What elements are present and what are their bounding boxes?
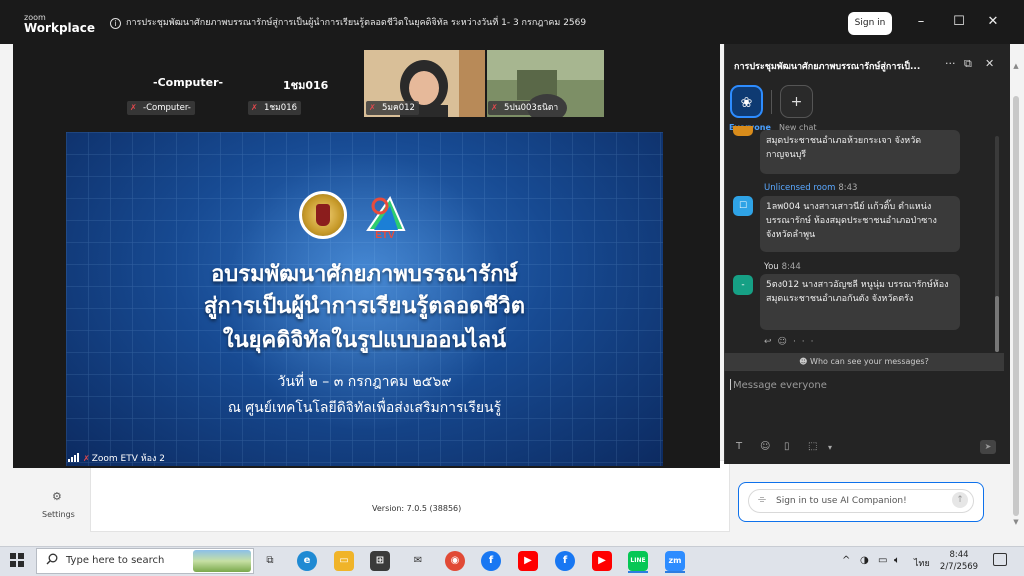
network-icon[interactable]: ▭ bbox=[878, 555, 887, 566]
emblem-logo bbox=[299, 191, 347, 239]
message-actions: ↩☺··· bbox=[764, 337, 820, 347]
chat-scrollbar[interactable] bbox=[995, 296, 999, 352]
mic-muted-icon: ✗ bbox=[369, 103, 376, 112]
page-scrollbar[interactable] bbox=[1013, 96, 1019, 516]
facebook-icon[interactable]: f bbox=[481, 551, 501, 571]
scroll-up-icon[interactable]: ▲ bbox=[1011, 62, 1021, 72]
chevron-up-icon[interactable]: ^ bbox=[842, 555, 850, 566]
settings-gear-icon[interactable]: ⚙ bbox=[52, 490, 62, 503]
facebook-icon[interactable]: f bbox=[555, 551, 575, 571]
search-placeholder: Type here to search bbox=[66, 555, 165, 566]
file-icon[interactable]: ▯ bbox=[784, 441, 790, 452]
zoom-icon[interactable]: zm bbox=[665, 551, 685, 571]
mic-muted-icon: ✗ bbox=[491, 103, 498, 112]
ai-send-icon[interactable]: ↑ bbox=[952, 492, 968, 508]
slide-title-line: สู่การเป็นผู้นำการเรียนรู้ตลอดชีวิต bbox=[203, 294, 526, 319]
mail-icon[interactable]: ✉ bbox=[408, 551, 428, 571]
tab-everyone[interactable]: ❀ bbox=[730, 85, 763, 118]
participant-name-large: -Computer- bbox=[153, 76, 224, 89]
close-chat-icon[interactable]: ✕ bbox=[985, 57, 994, 70]
popout-icon[interactable]: ⧉ bbox=[964, 57, 972, 71]
message-input[interactable]: Message everyone bbox=[730, 379, 827, 391]
windows-start-icon[interactable] bbox=[10, 553, 24, 567]
slide-date: วันที่ ๒ – ๓ กรกฎาคม ๒๕๖๙ bbox=[277, 374, 452, 390]
task-view-icon[interactable]: ⧉ bbox=[260, 551, 280, 571]
notification-icon[interactable] bbox=[993, 553, 1007, 566]
volume-icon[interactable]: 🔈︎ bbox=[894, 555, 900, 566]
participant-label: ✗ 5ปน003ธนิดา bbox=[488, 101, 563, 115]
youtube-icon[interactable]: ▶ bbox=[518, 551, 538, 571]
shared-screen-slide: ETV อบรมพัฒนาศักยภาพบรรณารักษ์ สู่การเป็… bbox=[66, 132, 663, 466]
file-explorer-icon[interactable]: ▭ bbox=[334, 551, 354, 571]
version-label: Version: 7.0.5 (38856) bbox=[372, 504, 462, 513]
edge-icon[interactable]: e bbox=[297, 551, 317, 571]
settings-label[interactable]: Settings bbox=[42, 510, 75, 519]
participant-label: ✗ -Computer- bbox=[127, 101, 195, 115]
ai-companion-placeholder: Sign in to use AI Companion! bbox=[776, 496, 907, 506]
slide-title-line: ในยุคดิจิทัลในรูปแบบออนไลน์ bbox=[222, 328, 507, 353]
participant-label: ✗ 5มค012 bbox=[366, 101, 419, 115]
who-can-see-button[interactable]: ☻ Who can see your messages? bbox=[724, 353, 1004, 370]
more-actions-icon[interactable]: ··· bbox=[793, 337, 820, 347]
chrome-icon[interactable]: ◉ bbox=[445, 551, 465, 571]
tab-new-chat[interactable]: + bbox=[780, 85, 813, 118]
message-sender: Unlicensed room 8:43 bbox=[764, 183, 858, 193]
chat-panel bbox=[724, 44, 1010, 464]
svg-text:ETV: ETV bbox=[375, 230, 395, 240]
maximize-button[interactable]: ☐ bbox=[950, 13, 968, 31]
store-icon[interactable]: ⊞ bbox=[370, 551, 390, 571]
plus-icon: + bbox=[790, 94, 803, 110]
chat-message: สมุดประชาชนอำเภอห้วยกระเจา จังหวัดกาญจนบ… bbox=[760, 130, 960, 174]
taskbar-clock[interactable]: 8:44 2/7/2569 bbox=[938, 549, 980, 573]
meeting-topic-banner: i การประชุมพัฒนาศักยภาพบรรณารักษ์สู่การเป… bbox=[110, 15, 586, 29]
signal-strength-icon bbox=[68, 453, 79, 462]
chat-message: 5ตง012 นางสาวอัญชลี หนูนุ่ม บรรณารักษ์ห้… bbox=[760, 274, 960, 330]
paperclip-icon[interactable]: ⌯ bbox=[758, 494, 766, 505]
home-panel bbox=[90, 460, 730, 532]
language-indicator[interactable]: ไทย bbox=[914, 556, 930, 570]
minimize-button[interactable]: – bbox=[912, 13, 930, 31]
avatar bbox=[733, 126, 753, 136]
avatar: - bbox=[733, 275, 753, 295]
text-format-icon[interactable]: T bbox=[736, 441, 742, 452]
meet-now-icon[interactable]: ◑ bbox=[860, 555, 869, 566]
youtube-icon[interactable]: ▶ bbox=[592, 551, 612, 571]
zoom-workplace-logo: zoom Workplace bbox=[24, 13, 96, 35]
chevron-down-icon[interactable]: ▾ bbox=[828, 443, 832, 452]
sign-in-button[interactable]: Sign in bbox=[848, 12, 892, 35]
info-icon: i bbox=[110, 18, 121, 29]
robot-icon: ☐ bbox=[733, 196, 753, 216]
mic-muted-icon: ✗ bbox=[83, 454, 90, 463]
message-sender: You 8:44 bbox=[764, 262, 801, 272]
chat-title: การประชุมพัฒนาศักยภาพบรรณารักษ์สู่การเป็… bbox=[734, 62, 921, 72]
mic-muted-icon: ✗ bbox=[251, 103, 258, 112]
search-highlight-image bbox=[193, 550, 251, 572]
chat-message: 1ลพ004 นางสาวเสาวนีย์ แก้วติ๊บ ตำแหน่ง บ… bbox=[760, 196, 960, 252]
scroll-down-icon[interactable]: ▼ bbox=[1011, 518, 1021, 528]
participant-label: ✗ 1ชม016 bbox=[248, 101, 302, 115]
title-bar: zoom Workplace i การประชุมพัฒนาศักยภาพบรร… bbox=[0, 0, 1024, 44]
reply-icon[interactable]: ↩ bbox=[764, 337, 778, 347]
presenter-label: ✗ Zoom ETV ห้อง 2 bbox=[68, 452, 165, 466]
screenshot-icon[interactable]: ⬚ bbox=[808, 441, 817, 452]
send-message-button[interactable]: ➤ bbox=[980, 440, 996, 454]
emoji-reaction-icon[interactable]: ☺ bbox=[778, 337, 793, 347]
search-icon bbox=[46, 553, 58, 565]
paw-icon: ❀ bbox=[740, 95, 753, 111]
emoji-icon[interactable]: ☺ bbox=[760, 441, 770, 452]
screen: Version: 7.0.5 (38856) ⚙ Settings ⌯ Sign… bbox=[0, 0, 1024, 576]
mic-muted-icon: ✗ bbox=[130, 103, 137, 112]
etv-logo: ETV bbox=[366, 195, 406, 240]
people-icon: ☻ bbox=[799, 357, 811, 366]
close-window-button[interactable]: ✕ bbox=[984, 13, 1002, 31]
more-options-icon[interactable]: ··· bbox=[945, 57, 956, 70]
slide-title-line: อบรมพัฒนาศักยภาพบรรณารักษ์ bbox=[211, 262, 518, 287]
line-icon[interactable]: LINE bbox=[628, 551, 648, 571]
slide-venue: ณ ศูนย์เทคโนโลยีดิจิทัลเพื่อส่งเสริมการเ… bbox=[227, 400, 502, 416]
participant-name-large: 1ชม016 bbox=[283, 79, 329, 92]
